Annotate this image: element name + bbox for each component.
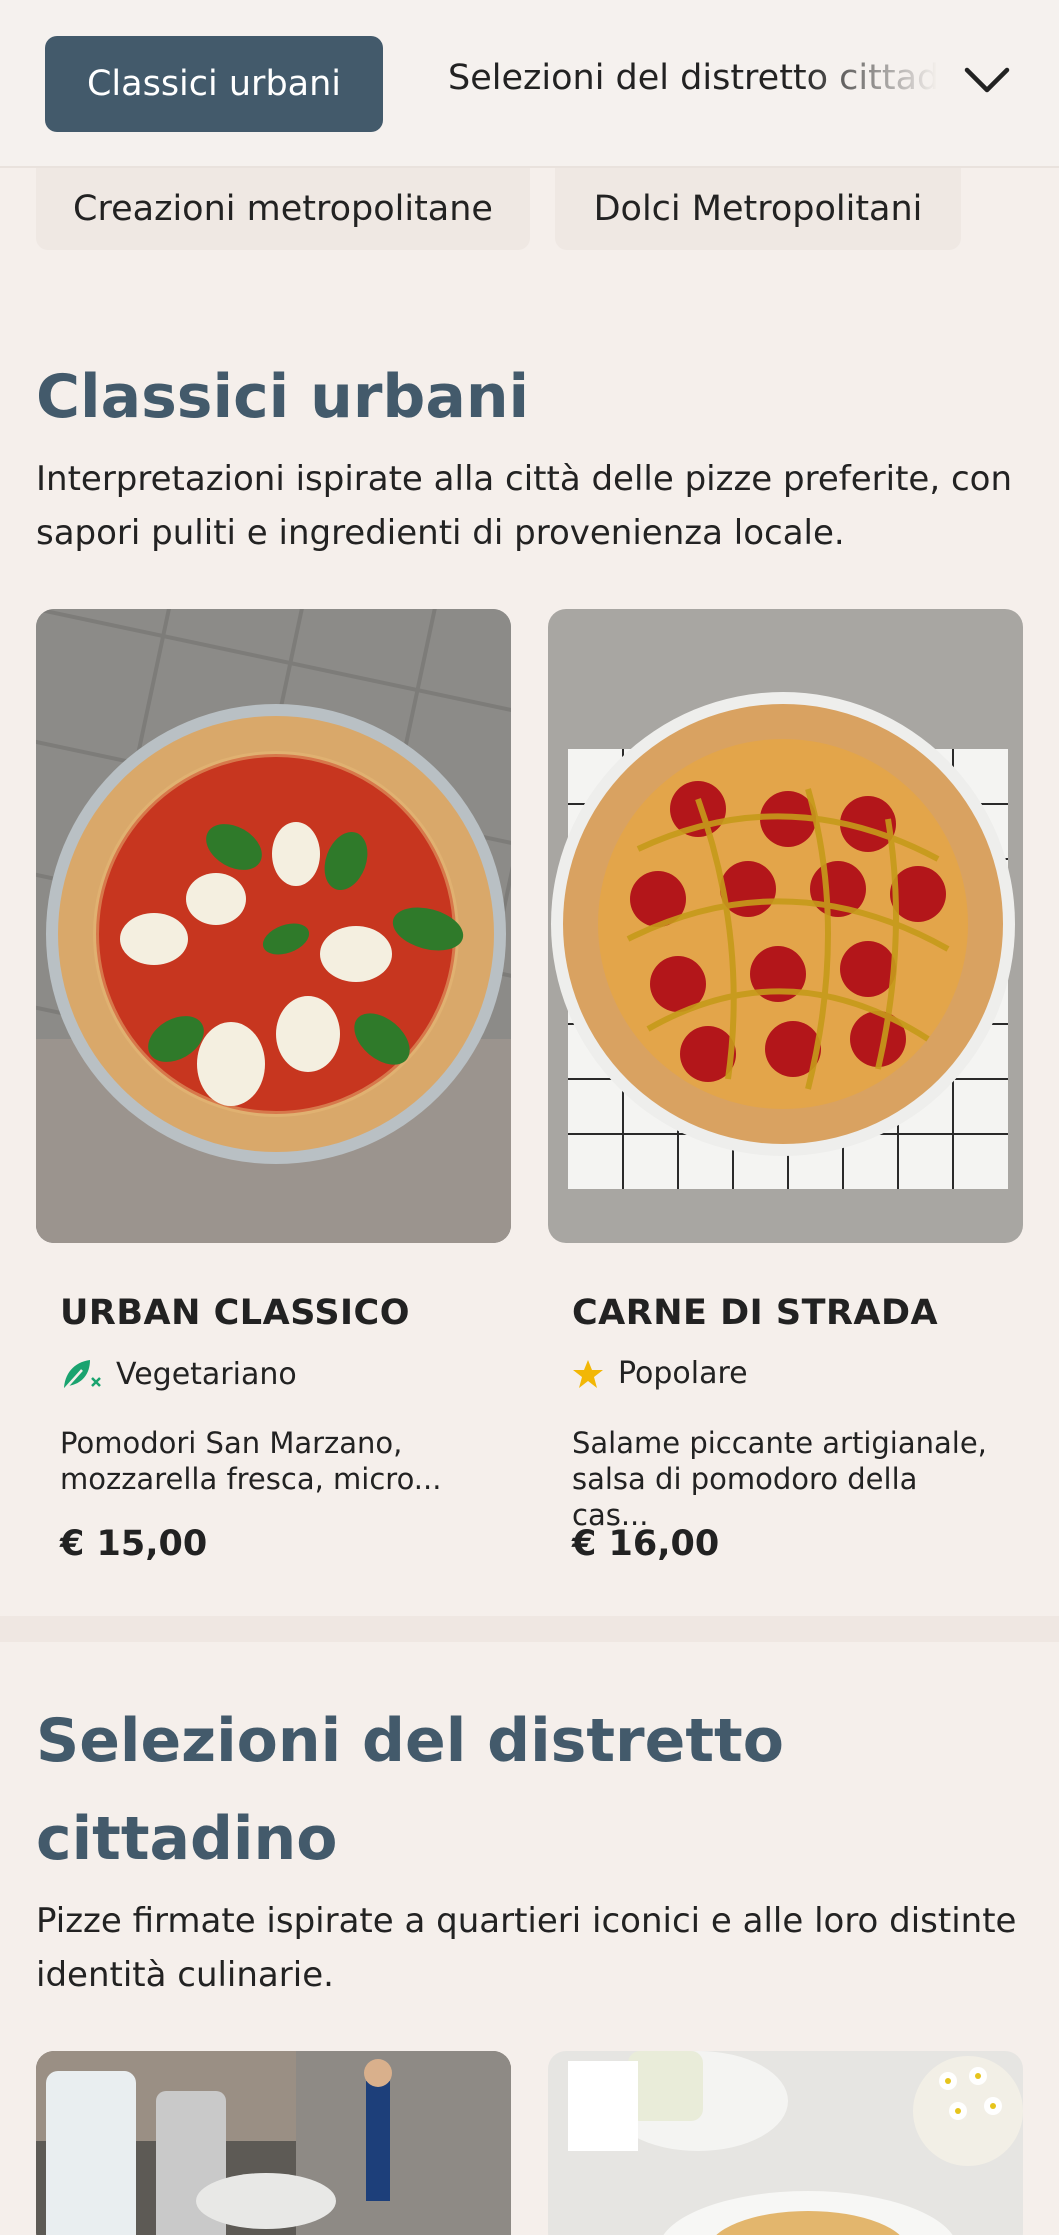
item-description: Salame piccante artigianale, salsa di po…	[572, 1426, 987, 1532]
section-title: cittadino	[36, 1804, 338, 1874]
pizza-image[interactable]	[548, 2051, 1023, 2235]
item-price: € 15,00	[60, 1524, 208, 1564]
item-tag: Popolare	[572, 1356, 748, 1391]
tab-dolci-metropolitani[interactable]: Dolci Metropolitani	[555, 168, 961, 250]
item-tag: Vegetariano	[60, 1356, 297, 1392]
pizza-image-carne-di-strada[interactable]	[548, 609, 1023, 1243]
item-price: € 16,00	[572, 1524, 720, 1564]
pizza-image-urban-classico[interactable]	[36, 609, 511, 1243]
item-tag-label: Vegetariano	[116, 1356, 297, 1392]
section-divider	[0, 1616, 1059, 1642]
leaf-icon	[63, 1360, 101, 1391]
tab-creazioni-metropolitane[interactable]: Creazioni metropolitane	[36, 168, 530, 250]
section-description: Interpretazioni ispirate alla città dell…	[36, 459, 1012, 553]
item-name[interactable]: URBAN CLASSICO	[60, 1293, 410, 1333]
category-nav: Classici urbani Selezioni del distretto …	[0, 0, 1059, 168]
section-title: Classici urbani	[36, 362, 530, 432]
tab-selezioni-distretto[interactable]: Selezioni del distretto cittadino	[448, 58, 938, 98]
item-name[interactable]: CARNE DI STRADA	[572, 1293, 938, 1333]
chevron-down-icon[interactable]	[963, 66, 1011, 96]
item-tag-label: Popolare	[618, 1356, 748, 1391]
section-title: Selezioni del distretto	[36, 1706, 784, 1776]
pizza-image[interactable]	[36, 2051, 511, 2235]
item-description: Pomodori San Marzano, mozzarella fresca,…	[60, 1426, 442, 1496]
star-icon	[573, 1359, 603, 1388]
section-description: Pizze firmate ispirate a quartieri iconi…	[36, 1901, 1017, 1995]
tab-classici-urbani[interactable]: Classici urbani	[45, 36, 383, 132]
